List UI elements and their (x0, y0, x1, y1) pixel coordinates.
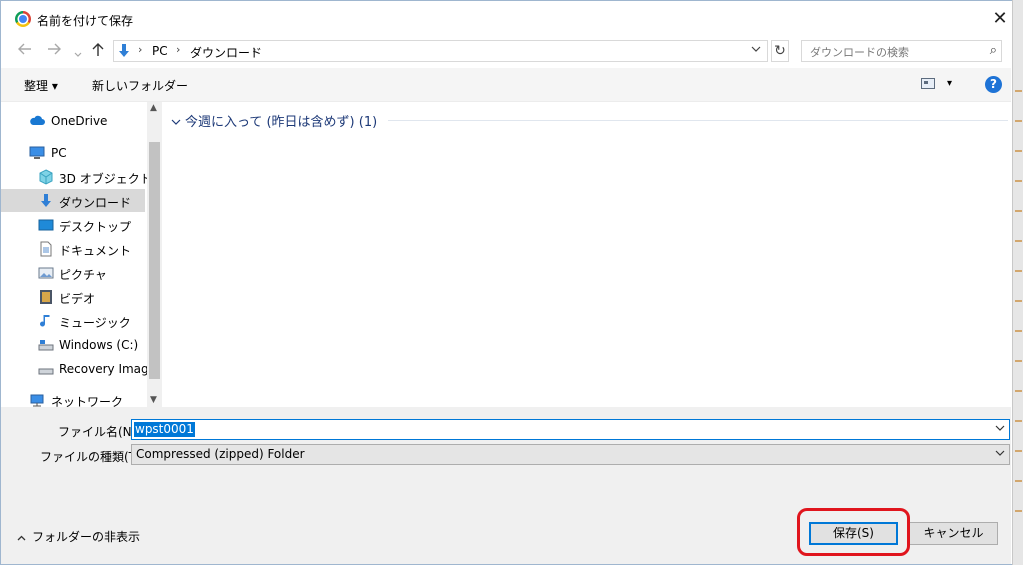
highlight-callout (797, 508, 910, 556)
group-header[interactable]: 今週に入って (昨日は含めず) (1) (171, 111, 377, 130)
breadcrumb-separator-icon: › (138, 43, 143, 56)
sidebar-item-label: ピクチャ (59, 268, 107, 282)
organize-button[interactable]: 整理 ▾ (24, 77, 58, 94)
sidebar-item-label: ダウンロード (59, 196, 132, 210)
chevron-down-icon[interactable] (995, 423, 1005, 434)
refresh-button[interactable]: ↻ (771, 40, 789, 62)
breadcrumb-separator-icon: › (176, 43, 181, 56)
group-header-label: 今週に入って (昨日は含めず) (1) (185, 115, 378, 130)
sidebar-item-label: デスクトップ (59, 220, 132, 234)
up-button[interactable] (92, 43, 104, 61)
help-button[interactable]: ? (985, 76, 1002, 93)
scrollbar-thumb[interactable] (149, 142, 160, 379)
chevron-down-icon (995, 448, 1005, 459)
filetype-value: Compressed (zipped) Folder (136, 447, 305, 461)
filename-field[interactable]: wpst0001 (131, 419, 1010, 440)
back-button[interactable] (18, 43, 32, 59)
video-icon (40, 290, 52, 304)
sidebar-item-3d-objects[interactable]: 3D オブジェクト (1, 165, 152, 188)
group-divider (388, 120, 1008, 121)
music-icon (40, 315, 50, 327)
title-bar: 名前を付けて保存 ✕ (1, 1, 1011, 37)
download-icon (119, 44, 129, 57)
scroll-up-icon[interactable]: ▲ (150, 103, 157, 113)
cancel-button[interactable]: キャンセル (909, 522, 998, 545)
cube-icon (39, 169, 53, 185)
scroll-down-icon[interactable]: ▼ (150, 395, 157, 405)
sidebar-item-label: Windows (C:) (59, 338, 139, 352)
drive-icon (38, 340, 54, 351)
filename-value: wpst0001 (134, 422, 195, 437)
arrow-left-icon (18, 43, 31, 55)
navigation-pane: OneDrive PC 3D オブジェクト ダウンロード デスクトップ ドキュメ… (1, 102, 162, 409)
view-options-icon[interactable] (921, 78, 935, 89)
computer-icon (29, 146, 45, 159)
filename-label: ファイル名(N): (58, 425, 141, 439)
desktop-icon (38, 219, 54, 231)
background-window-edge (1012, 0, 1023, 565)
chevron-down-icon (74, 52, 82, 57)
arrow-right-icon (48, 43, 61, 55)
sidebar-item-documents[interactable]: ドキュメント (1, 237, 145, 260)
forward-button[interactable] (47, 43, 61, 59)
sidebar-item-downloads[interactable]: ダウンロード (1, 189, 145, 212)
breadcrumb-separator-icon: › (252, 43, 257, 56)
address-dropdown-icon[interactable] (751, 44, 761, 55)
sidebar-item-label: Recovery Image (59, 362, 157, 376)
view-dropdown-icon[interactable]: ▾ (947, 78, 952, 89)
chevron-down-icon (171, 119, 181, 125)
sidebar-item-onedrive[interactable]: OneDrive (1, 109, 145, 132)
sidebar-item-label: PC (51, 146, 67, 160)
sidebar-item-pictures[interactable]: ピクチャ (1, 261, 145, 284)
sidebar-item-label: ビデオ (59, 292, 96, 306)
recent-locations-button[interactable] (74, 46, 82, 62)
search-box[interactable]: ⌕ (801, 40, 1002, 62)
download-icon (41, 194, 51, 207)
new-folder-button[interactable]: 新しいフォルダー (92, 77, 188, 94)
close-button[interactable]: ✕ (991, 10, 1009, 28)
sidebar-item-desktop[interactable]: デスクトップ (1, 213, 145, 236)
refresh-icon: ↻ (774, 43, 786, 59)
cloud-icon (30, 115, 45, 125)
sidebar-item-windows-c[interactable]: Windows (C:) (1, 333, 145, 356)
network-icon (30, 394, 44, 407)
sidebar-item-label: 3D オブジェクト (59, 172, 152, 186)
sidebar-item-recovery-image[interactable]: Recovery Image (1, 357, 156, 380)
toolbar: 整理 ▾ 新しいフォルダー ▾ ? (1, 68, 1011, 102)
window-title: 名前を付けて保存 (37, 14, 134, 28)
document-icon (40, 241, 52, 257)
sidebar-item-pc[interactable]: PC (1, 141, 145, 164)
breadcrumb-pc[interactable]: PC (152, 44, 168, 58)
filetype-label: ファイルの種類(T): (40, 450, 145, 464)
chevron-up-icon (17, 535, 26, 541)
sidebar-item-label: ドキュメント (59, 244, 132, 258)
picture-icon (38, 267, 54, 279)
drive-icon (38, 368, 54, 375)
address-bar[interactable]: › PC › ダウンロード › (113, 40, 768, 62)
hide-folders-toggle[interactable]: フォルダーの非表示 (17, 528, 140, 545)
filetype-select[interactable]: Compressed (zipped) Folder (131, 444, 1010, 465)
sidebar-item-videos[interactable]: ビデオ (1, 285, 145, 308)
arrow-up-icon (92, 43, 104, 56)
hide-folders-label: フォルダーの非表示 (32, 530, 141, 544)
sidebar-item-label: OneDrive (51, 114, 108, 128)
sidebar-item-label: ミュージック (59, 316, 131, 330)
file-list[interactable]: 今週に入って (昨日は含めず) (1) (163, 102, 1011, 407)
search-icon: ⌕ (989, 43, 997, 58)
sidebar-item-music[interactable]: ミュージック (1, 309, 145, 332)
search-input[interactable] (808, 43, 982, 61)
sidebar-scrollbar[interactable]: ▲ ▼ (147, 102, 162, 407)
chrome-icon (15, 11, 31, 27)
